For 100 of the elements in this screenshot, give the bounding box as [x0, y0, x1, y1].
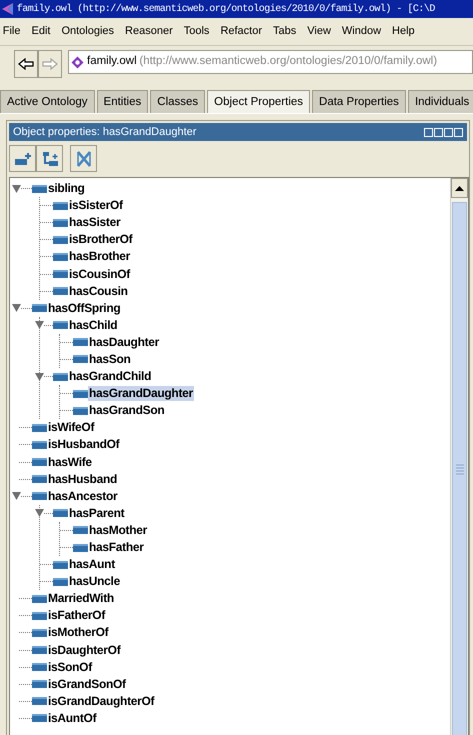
property-icon	[32, 594, 47, 603]
property-icon	[73, 544, 88, 552]
property-icon	[53, 509, 68, 518]
tab[interactable]: Active Ontology	[0, 90, 95, 113]
tree-item[interactable]: isFatherOf	[47, 608, 106, 624]
add-sibling-icon	[40, 150, 58, 166]
property-icon	[53, 202, 68, 210]
menu-item[interactable]: Ontologies	[61, 23, 114, 40]
property-icon	[32, 492, 47, 500]
window-title: family.owl (http://www.semanticweb.org/ontologies/2010/0/family.owl) - [C:\D	[16, 2, 435, 16]
menu-item[interactable]: Tabs	[273, 23, 296, 40]
tree-item[interactable]: hasParent	[68, 506, 126, 521]
property-icon	[32, 612, 47, 620]
tree-item[interactable]: isHusbandOf	[47, 437, 120, 452]
property-icon	[53, 287, 68, 296]
tab[interactable]: Object Properties	[207, 90, 310, 113]
tree-item[interactable]: isAuntOf	[47, 710, 98, 726]
property-icon	[32, 440, 47, 449]
tree-item[interactable]: hasBrother	[68, 249, 132, 264]
property-icon	[32, 184, 47, 193]
tree-item[interactable]: hasOffSpring	[47, 300, 122, 316]
property-icon	[53, 578, 68, 586]
property-icon	[32, 663, 47, 672]
expand-toggle[interactable]	[12, 184, 21, 193]
tree-item[interactable]: hasDaughter	[88, 334, 160, 350]
property-icon	[53, 218, 68, 227]
menu-item[interactable]: File	[2, 23, 20, 40]
property-icon	[73, 338, 88, 346]
property-icon	[32, 458, 47, 466]
tab[interactable]: Entities	[96, 90, 148, 113]
tab[interactable]: Data Properties	[312, 90, 406, 113]
tree-item[interactable]: MarriedWith	[47, 591, 115, 606]
property-icon	[53, 270, 68, 278]
grip-icon	[456, 464, 464, 476]
property-icon	[32, 697, 47, 706]
menu-item[interactable]: View	[307, 23, 331, 40]
menu-item[interactable]: Help	[392, 23, 415, 40]
tree-item[interactable]: hasMother	[88, 522, 148, 538]
delete-cross-icon	[74, 150, 92, 166]
tab[interactable]: Classes	[150, 90, 206, 113]
tree-item[interactable]: hasChild	[68, 318, 118, 333]
tree-item[interactable]: isCousinOf	[68, 266, 132, 282]
expand-toggle[interactable]	[12, 304, 21, 312]
tree-item[interactable]: isSisterOf	[68, 198, 124, 214]
up-arrow-icon	[455, 186, 464, 190]
tree-item[interactable]: hasWife	[47, 454, 93, 470]
property-icon	[32, 680, 47, 688]
property-icon	[32, 304, 47, 312]
property-icon	[32, 646, 47, 654]
add-child-icon	[14, 150, 32, 166]
forward-arrow-icon	[41, 58, 59, 70]
tree-item[interactable]: isDaughterOf	[47, 642, 122, 658]
tree-item[interactable]: hasUncle	[68, 574, 121, 590]
tree-item[interactable]: hasSister	[68, 215, 122, 230]
tree-item[interactable]: hasGrandSon	[88, 403, 166, 418]
tab[interactable]: Individuals	[408, 90, 473, 113]
back-button[interactable]	[14, 50, 38, 78]
property-icon	[32, 475, 47, 484]
property-icon	[73, 355, 88, 364]
expand-toggle[interactable]	[12, 492, 21, 500]
app-logo-icon	[0, 2, 14, 16]
tree-item[interactable]: hasFather	[88, 540, 145, 556]
expand-toggle[interactable]	[35, 509, 44, 518]
panel-title: Object properties: hasGrandDaughter	[13, 124, 198, 140]
property-icon	[53, 372, 68, 381]
tree-item[interactable]: sibling	[47, 181, 86, 196]
ontology-address-field[interactable]: family.owl (http://www.semanticweb.org/ontologies/2010/0/family.owl)	[68, 50, 473, 74]
menu-item[interactable]: Edit	[31, 23, 50, 40]
menu-item[interactable]: Tools	[184, 23, 210, 40]
add-subproperty-button[interactable]	[9, 145, 36, 172]
tree-item[interactable]: isSonOf	[47, 660, 93, 675]
back-arrow-icon	[17, 58, 35, 70]
ontology-diamond-icon	[71, 56, 84, 68]
tree-item[interactable]: hasAunt	[68, 557, 116, 572]
property-icon	[73, 406, 88, 415]
tree-item[interactable]: hasAncestor	[47, 488, 118, 504]
scroll-up-button[interactable]	[451, 178, 468, 198]
tree-item[interactable]: hasGrandDaughter	[88, 386, 194, 402]
maximize-button[interactable]	[444, 128, 453, 136]
tree-item[interactable]: isGrandSonOf	[47, 676, 127, 692]
menu-item[interactable]: Window	[342, 23, 382, 40]
delete-property-button[interactable]	[70, 145, 97, 172]
property-icon	[73, 526, 88, 534]
tree-item[interactable]: isWifeOf	[47, 420, 96, 436]
tree-item[interactable]: isMotherOf	[47, 625, 110, 640]
expand-toggle[interactable]	[35, 321, 44, 330]
menu-item[interactable]: Refactor	[220, 23, 262, 40]
property-icon	[32, 424, 47, 432]
tree-item[interactable]: hasCousin	[68, 284, 129, 299]
property-icon	[53, 560, 68, 569]
tree-item[interactable]: hasGrandChild	[68, 369, 152, 384]
scrollbar-thumb[interactable]	[452, 202, 467, 735]
tree-item[interactable]: isBrotherOf	[68, 232, 134, 248]
expand-toggle[interactable]	[35, 372, 44, 381]
tree-item[interactable]: isGrandDaughterOf	[47, 694, 156, 709]
menu-item[interactable]: Reasoner	[125, 23, 173, 40]
tree-item[interactable]: hasSon	[88, 352, 132, 367]
add-sibling-button[interactable]	[36, 145, 63, 172]
property-icon	[53, 321, 68, 330]
tree-item[interactable]: hasHusband	[47, 472, 118, 487]
